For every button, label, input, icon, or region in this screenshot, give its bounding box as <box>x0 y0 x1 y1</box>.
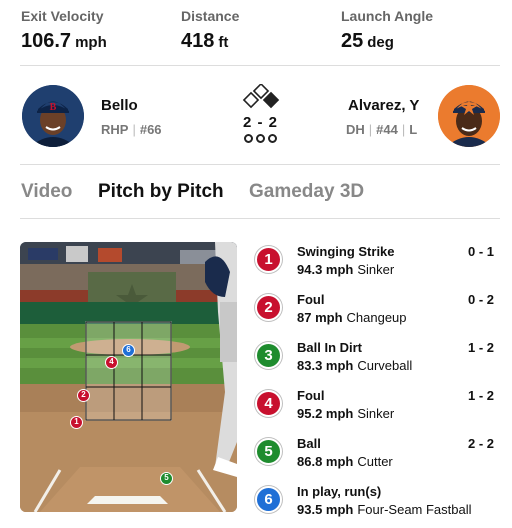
pitch-type: Curveball <box>357 358 413 373</box>
pitch-number-badge: 1 <box>255 246 282 273</box>
divider <box>20 164 500 165</box>
stat-launch-angle: Launch Angle 25 deg <box>341 7 433 55</box>
pitch-location-view[interactable]: 1 2 4 5 6 <box>20 242 237 512</box>
batter-number: #44 <box>376 122 398 137</box>
stat-exit-velocity: Exit Velocity 106.7 mph <box>21 7 107 55</box>
pitch-description: 93.5 mph Four-Seam Fastball <box>297 502 472 517</box>
batter-position: DH <box>346 122 365 137</box>
out-icon <box>244 134 253 143</box>
pitch-number-badge: 3 <box>255 342 282 369</box>
pitch-count: 1 - 2 <box>467 388 494 403</box>
batter-avatar-icon <box>438 85 500 147</box>
pitch-speed: 95.2 mph <box>297 406 354 421</box>
pitch-speed: 93.5 mph <box>297 502 354 517</box>
stat-number: 418 <box>181 30 215 52</box>
svg-text:B: B <box>50 102 57 113</box>
pitch-marker[interactable]: 5 <box>160 472 173 485</box>
stat-number: 106.7 <box>21 30 72 52</box>
pitcher-meta: RHP | #66 <box>101 122 162 137</box>
divider <box>20 218 500 219</box>
stat-label: Exit Velocity <box>21 8 104 24</box>
pitch-speed: 94.3 mph <box>297 262 354 277</box>
out-icon <box>268 134 277 143</box>
strike-zone <box>85 321 172 421</box>
pitch-count: 2 - 2 <box>467 436 494 451</box>
stat-value: 25 deg <box>341 29 433 55</box>
strike-zone-outer-icon <box>85 321 172 421</box>
pitch-number-badge: 5 <box>255 438 282 465</box>
divider <box>20 65 500 66</box>
stat-unit: ft <box>218 34 229 51</box>
stat-label: Launch Angle <box>341 8 434 24</box>
pitch-count: 0 - 1 <box>467 244 494 259</box>
out-icon <box>256 134 265 143</box>
pitch-result: Swinging Strike <box>297 244 395 259</box>
pitch-row[interactable]: 6 In play, run(s) 93.5 mph Four-Seam Fastba… <box>255 483 500 528</box>
pitch-count: 0 - 2 <box>467 292 494 307</box>
pitch-result: Foul <box>297 388 325 403</box>
pitch-count: 1 - 2 <box>467 340 494 355</box>
pitch-row[interactable]: 1 Swinging Strike 94.3 mph Sinker 0 - 1 <box>255 243 500 291</box>
stat-distance: Distance 418 ft <box>181 7 239 55</box>
stat-value: 106.7 mph <box>21 29 107 55</box>
pitch-description: 95.2 mph Sinker <box>297 406 394 421</box>
batter-meta: DH | #44 | L <box>346 122 417 137</box>
pitch-type: Sinker <box>357 406 395 421</box>
pitch-result: Foul <box>297 292 325 307</box>
pitch-marker[interactable]: 6 <box>122 344 135 357</box>
stat-unit: mph <box>75 34 107 51</box>
pitcher-avatar-icon: B <box>22 85 84 147</box>
batter-hand: L <box>409 122 418 137</box>
third-base-icon <box>242 91 260 109</box>
pitch-result: Ball <box>297 436 321 451</box>
batter-name[interactable]: Alvarez, Y <box>348 97 419 114</box>
pitcher-headshot[interactable]: B <box>22 85 84 147</box>
tab-gameday-3d[interactable]: Gameday 3D <box>249 181 364 203</box>
pitcher-number: #66 <box>139 122 162 137</box>
ball-strike-count: 2 - 2 <box>243 114 279 131</box>
pitcher-name[interactable]: Bello <box>101 97 138 114</box>
outs-indicator <box>244 134 277 143</box>
pitcher-position: RHP <box>101 122 129 137</box>
pitch-type: Cutter <box>357 454 393 469</box>
meta-separator: | <box>401 122 406 137</box>
pitch-speed: 83.3 mph <box>297 358 354 373</box>
pitch-number-badge: 6 <box>255 486 282 513</box>
pitch-result: Ball In Dirt <box>297 340 363 355</box>
pitch-number-badge: 2 <box>255 294 282 321</box>
pitch-marker[interactable]: 2 <box>77 389 90 402</box>
batter-headshot[interactable] <box>438 85 500 147</box>
stat-value: 418 ft <box>181 29 239 55</box>
pitch-type: Changeup <box>346 310 407 325</box>
first-base-icon <box>262 91 280 109</box>
tab-pitch-by-pitch[interactable]: Pitch by Pitch <box>98 181 224 203</box>
pitch-marker[interactable]: 1 <box>70 416 83 429</box>
stat-unit: deg <box>367 34 394 51</box>
pitch-description: 94.3 mph Sinker <box>297 262 394 277</box>
bases-diamond-icon <box>242 84 280 109</box>
pitch-description: 83.3 mph Curveball <box>297 358 412 373</box>
meta-separator: | <box>132 122 136 137</box>
meta-separator: | <box>368 122 373 137</box>
stat-number: 25 <box>341 30 364 52</box>
pitch-description: 86.8 mph Cutter <box>297 454 393 469</box>
stat-label: Distance <box>181 8 240 24</box>
second-base-icon <box>252 84 270 100</box>
pitch-type: Sinker <box>357 262 395 277</box>
pitch-row[interactable]: 4 Foul 95.2 mph Sinker 1 - 2 <box>255 387 500 435</box>
pitch-type: Four-Seam Fastball <box>357 502 472 517</box>
pitch-result: In play, run(s) <box>297 484 382 499</box>
tab-video[interactable]: Video <box>21 181 72 203</box>
pitch-row[interactable]: 5 Ball 86.8 mph Cutter 2 - 2 <box>255 435 500 483</box>
pitch-row[interactable]: 2 Foul 87 mph Changeup 0 - 2 <box>255 291 500 339</box>
pitch-marker[interactable]: 4 <box>105 356 118 369</box>
pitch-speed: 87 mph <box>297 310 343 325</box>
pitch-row[interactable]: 3 Ball In Dirt 83.3 mph Curveball 1 - 2 <box>255 339 500 387</box>
pitch-number-badge: 4 <box>255 390 282 417</box>
pitch-description: 87 mph Changeup <box>297 310 407 325</box>
pitch-speed: 86.8 mph <box>297 454 354 469</box>
